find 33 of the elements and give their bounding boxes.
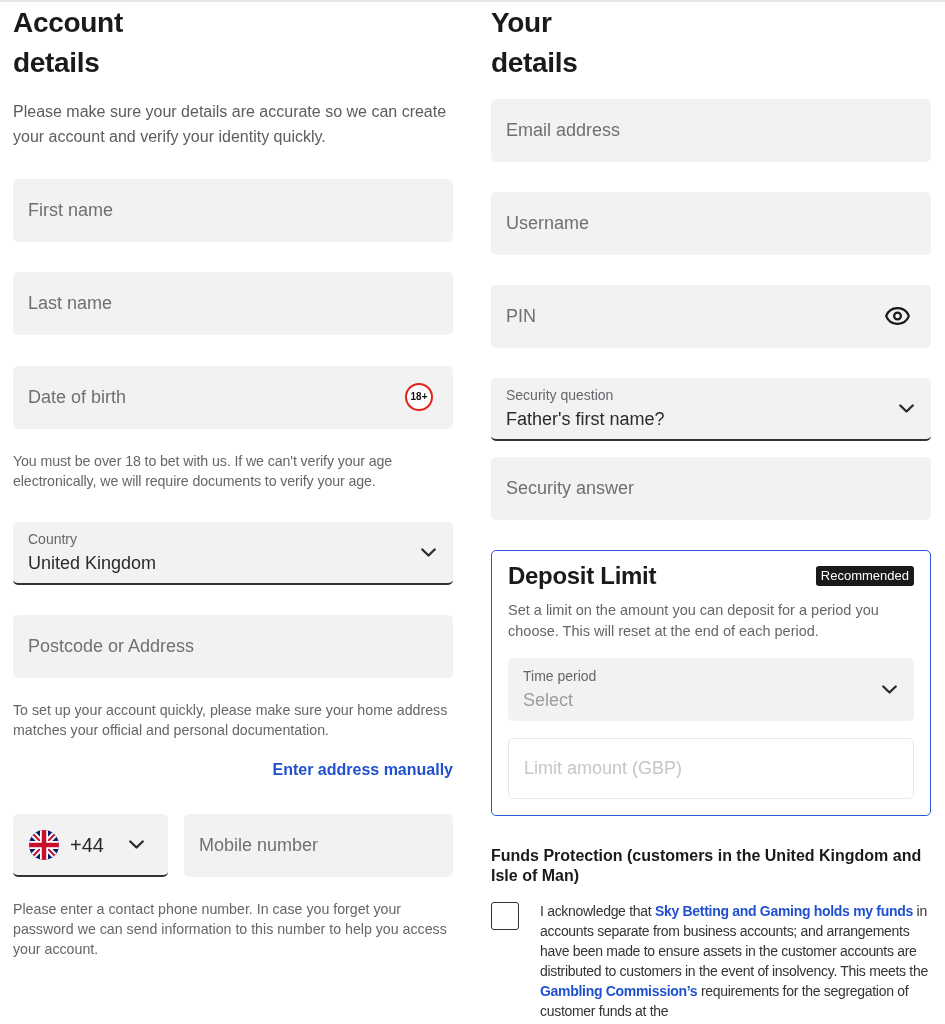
chevron-down-icon	[882, 685, 897, 694]
country-code-select[interactable]: +44	[13, 814, 168, 877]
account-details-heading: Account details	[13, 6, 123, 80]
enter-address-manually-link[interactable]: Enter address manually	[272, 760, 453, 780]
intro-text: Please make sure your details are accurate so we can create your account and verify your identity quickly.	[13, 102, 448, 147]
mobile-number-field[interactable]: Mobile number	[184, 814, 453, 877]
chevron-down-icon	[421, 548, 436, 557]
funds-acknowledgement-text: I acknowledge that Sky Betting and Gaming holds my funds in accounts separate from business accounts; and arrangements have been made to ensure assets in the customer accounts are distributed to customers in the event of insolvency. This meets the Gambling Commission’s requirements for the segregation of customer funds at the	[540, 902, 929, 1021]
pin-field[interactable]: PIN	[491, 285, 931, 348]
first-name-field[interactable]: First name	[13, 179, 453, 242]
recommended-badge: Recommended	[815, 566, 914, 586]
age-note: You must be over 18 to bet with us. If we can't verify your age electronically, we will require documents to verify your age.	[13, 452, 394, 491]
time-period-select[interactable]: Time period Select	[508, 658, 914, 721]
phone-note: Please enter a contact phone number. In case you forget your password we can send information to this number to help you access your account.	[13, 900, 448, 959]
acknowledge-checkbox[interactable]	[491, 902, 519, 930]
last-name-field[interactable]: Last name	[13, 272, 453, 335]
uk-flag-icon	[29, 829, 59, 860]
gambling-commission-link[interactable]: Gambling Commission’s	[540, 983, 698, 999]
address-note: To set up your account quickly, please make sure your home address matches your official and personal documentation.	[13, 701, 449, 740]
your-details-heading: Your details	[491, 6, 578, 80]
address-field[interactable]: Postcode or Address	[13, 615, 453, 678]
email-field[interactable]: Email address	[491, 99, 931, 162]
country-select[interactable]: Country United Kingdom	[13, 522, 453, 585]
security-answer-field[interactable]: Security answer	[491, 457, 931, 520]
deposit-limit-description: Set a limit on the amount you can deposit for a period you choose. This will reset at the end of each period.	[508, 601, 880, 641]
funds-policy-link[interactable]: Sky Betting and Gaming holds my funds	[654, 903, 913, 919]
security-question-select[interactable]: Security question Father's first name?	[491, 378, 931, 441]
deposit-limit-heading: Deposit Limit	[508, 561, 657, 591]
username-field[interactable]: Username	[491, 192, 931, 255]
eye-icon[interactable]	[885, 307, 910, 325]
funds-protection-heading: Funds Protection (customers in the United Kingdom and Isle of Man)	[491, 846, 923, 886]
chevron-down-icon	[129, 840, 144, 849]
chevron-down-icon	[899, 404, 914, 413]
